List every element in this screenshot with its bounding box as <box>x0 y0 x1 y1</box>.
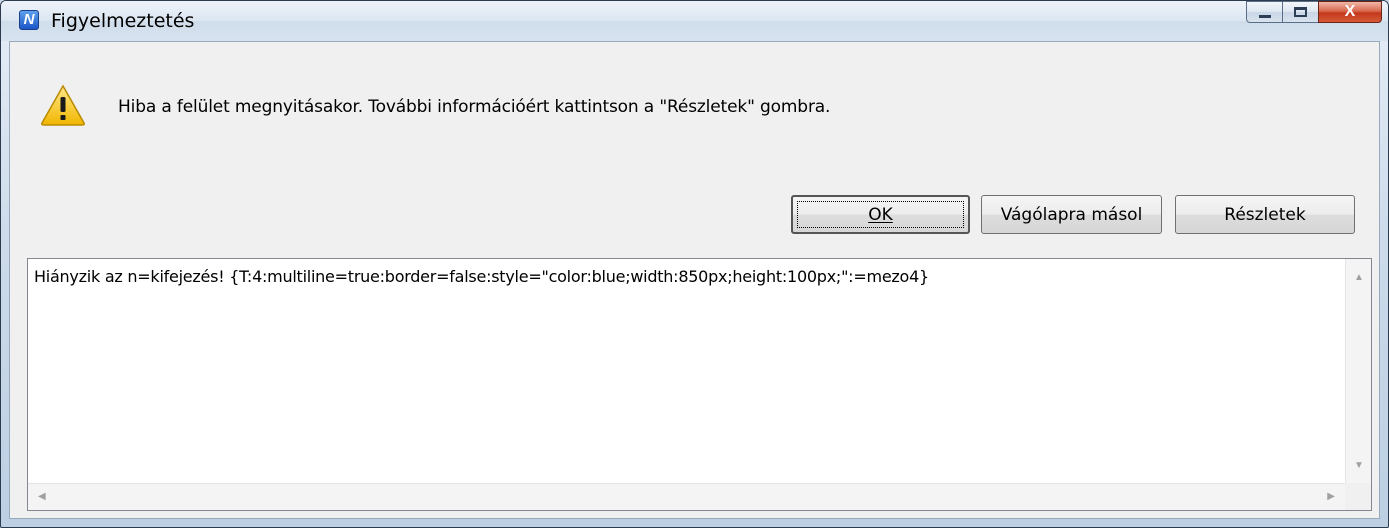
warning-dialog-window: N Figyelmeztetés X Hiba a felület megnyi… <box>0 0 1389 528</box>
vertical-scrollbar[interactable]: ▲ ▼ <box>1345 259 1371 483</box>
details-button[interactable]: Részletek <box>1175 195 1355 234</box>
maximize-button[interactable] <box>1282 1 1318 23</box>
dialog-body: Hiba a felület megnyitásakor. További in… <box>9 41 1380 519</box>
warning-icon <box>41 84 85 126</box>
horizontal-scrollbar[interactable]: ◀ ▶ <box>28 483 1345 510</box>
window-title: Figyelmeztetés <box>51 10 195 32</box>
minimize-button[interactable] <box>1246 1 1282 23</box>
warning-message: Hiba a felület megnyitásakor. További in… <box>118 97 831 117</box>
copy-to-clipboard-button[interactable]: Vágólapra másol <box>981 195 1162 234</box>
copy-button-label: Vágólapra másol <box>1000 204 1143 225</box>
focus-rectangle <box>797 201 964 228</box>
close-icon: X <box>1344 3 1356 20</box>
details-button-label: Részletek <box>1224 204 1306 225</box>
ok-button[interactable]: OK <box>791 195 970 234</box>
title-bar[interactable]: N Figyelmeztetés X <box>1 1 1388 41</box>
scroll-up-icon[interactable]: ▲ <box>1354 273 1364 283</box>
maximize-icon <box>1294 7 1307 17</box>
details-textarea[interactable]: Hiányzik az n=kifejezés! {T:4:multiline=… <box>27 258 1372 511</box>
close-button[interactable]: X <box>1318 1 1382 23</box>
minimize-icon <box>1259 15 1271 18</box>
caption-buttons: X <box>1246 1 1382 23</box>
app-icon: N <box>19 10 39 30</box>
scrollbar-corner <box>1345 483 1371 510</box>
scroll-right-icon[interactable]: ▶ <box>1327 492 1335 502</box>
scroll-down-icon[interactable]: ▼ <box>1354 461 1364 471</box>
details-text: Hiányzik az n=kifejezés! {T:4:multiline=… <box>34 267 929 286</box>
scroll-left-icon[interactable]: ◀ <box>38 492 46 502</box>
